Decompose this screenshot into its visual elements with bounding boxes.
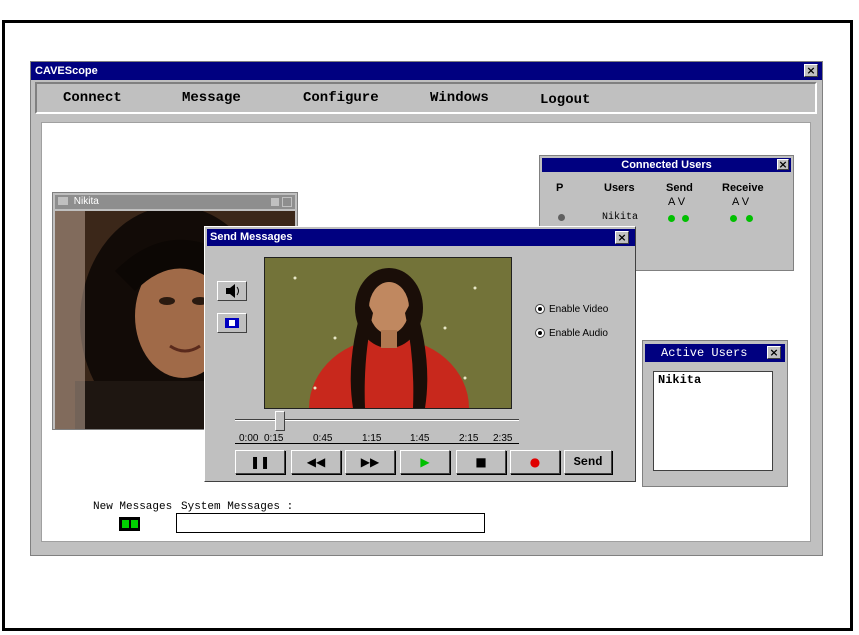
rewind-button[interactable]: ◀◀	[291, 450, 341, 474]
close-icon[interactable]: ×	[804, 64, 818, 77]
enable-video-label: Enable Video	[549, 304, 609, 315]
send-av-label: A V	[668, 196, 686, 208]
pause-button[interactable]: ❚❚	[235, 450, 285, 474]
active-users-titlebar: Active Users	[645, 344, 785, 362]
menu-logout[interactable]: Logout	[540, 92, 590, 108]
rewind-icon: ◀◀	[306, 455, 326, 469]
header-users: Users	[604, 182, 635, 194]
enable-video-radio[interactable]	[535, 304, 545, 314]
header-send: Send	[666, 182, 693, 194]
header-p: P	[556, 182, 564, 194]
header-receive: Receive	[722, 182, 764, 194]
active-users-list[interactable]: Nikita	[653, 371, 773, 471]
send-messages-window[interactable]: Send Messages × Enable Video Enable Audi…	[204, 226, 636, 482]
camera-button[interactable]	[217, 313, 247, 333]
tick-label: 2:15	[459, 433, 479, 444]
nikita-titlebar: Nikita	[55, 195, 295, 209]
active-users-window[interactable]: Active Users × Nikita	[642, 340, 788, 487]
menu-configure[interactable]: Configure	[303, 90, 379, 106]
menu-bar: Connect Message Configure Windows Logout	[35, 82, 817, 114]
tick-label: 1:15	[362, 433, 382, 444]
receive-audio-led	[730, 215, 737, 222]
tick-label: 0:15	[264, 433, 284, 444]
menu-connect[interactable]: Connect	[63, 90, 122, 106]
connected-user-name: Nikita	[602, 212, 639, 223]
tick-label: 2:35	[493, 433, 513, 444]
speaker-icon	[226, 284, 239, 298]
fast-forward-button[interactable]: ▶▶	[345, 450, 395, 474]
system-messages-field[interactable]	[176, 513, 485, 533]
connected-users-titlebar: Connected Users	[542, 158, 791, 172]
send-audio-led	[668, 215, 675, 222]
window-menu-icon[interactable]	[58, 197, 68, 206]
app-title: CAVEScope	[35, 65, 98, 77]
video-image	[265, 258, 511, 408]
close-icon[interactable]: ×	[615, 231, 629, 244]
presence-indicator	[558, 214, 565, 221]
stop-icon: ■	[475, 455, 487, 469]
play-button[interactable]: ▶	[400, 450, 450, 474]
close-icon[interactable]: ×	[767, 346, 781, 359]
send-button[interactable]: Send	[564, 450, 612, 474]
video-preview	[264, 257, 512, 409]
play-icon: ▶	[420, 455, 430, 469]
tick-label: 1:45	[410, 433, 430, 444]
enable-audio-label: Enable Audio	[549, 328, 608, 339]
new-messages-icon[interactable]	[119, 517, 140, 531]
main-titlebar: CAVEScope	[31, 62, 822, 80]
record-icon: ●	[529, 455, 541, 469]
minimize-icon[interactable]	[271, 198, 279, 206]
enable-audio-radio[interactable]	[535, 328, 545, 338]
speaker-button[interactable]	[217, 281, 247, 301]
receive-video-led	[746, 215, 753, 222]
maximize-icon[interactable]	[282, 197, 292, 207]
nikita-window-title: Nikita	[73, 196, 99, 207]
record-button[interactable]: ●	[510, 450, 560, 474]
close-icon[interactable]: ×	[777, 159, 789, 170]
system-messages-label: System Messages :	[181, 501, 294, 513]
menu-windows[interactable]: Windows	[430, 90, 489, 106]
send-messages-titlebar: Send Messages	[207, 229, 635, 246]
list-item[interactable]: Nikita	[654, 372, 772, 388]
tick-label: 0:00	[239, 433, 259, 444]
receive-av-label: A V	[732, 196, 750, 208]
new-messages-label: New Messages	[93, 501, 173, 513]
fast-forward-icon: ▶▶	[360, 455, 380, 469]
camera-icon	[225, 318, 239, 328]
pause-icon: ❚❚	[249, 455, 271, 469]
timeline-handle[interactable]	[275, 411, 286, 431]
tick-label: 0:45	[313, 433, 333, 444]
send-video-led	[682, 215, 689, 222]
menu-message[interactable]: Message	[182, 90, 241, 106]
stop-button[interactable]: ■	[456, 450, 506, 474]
